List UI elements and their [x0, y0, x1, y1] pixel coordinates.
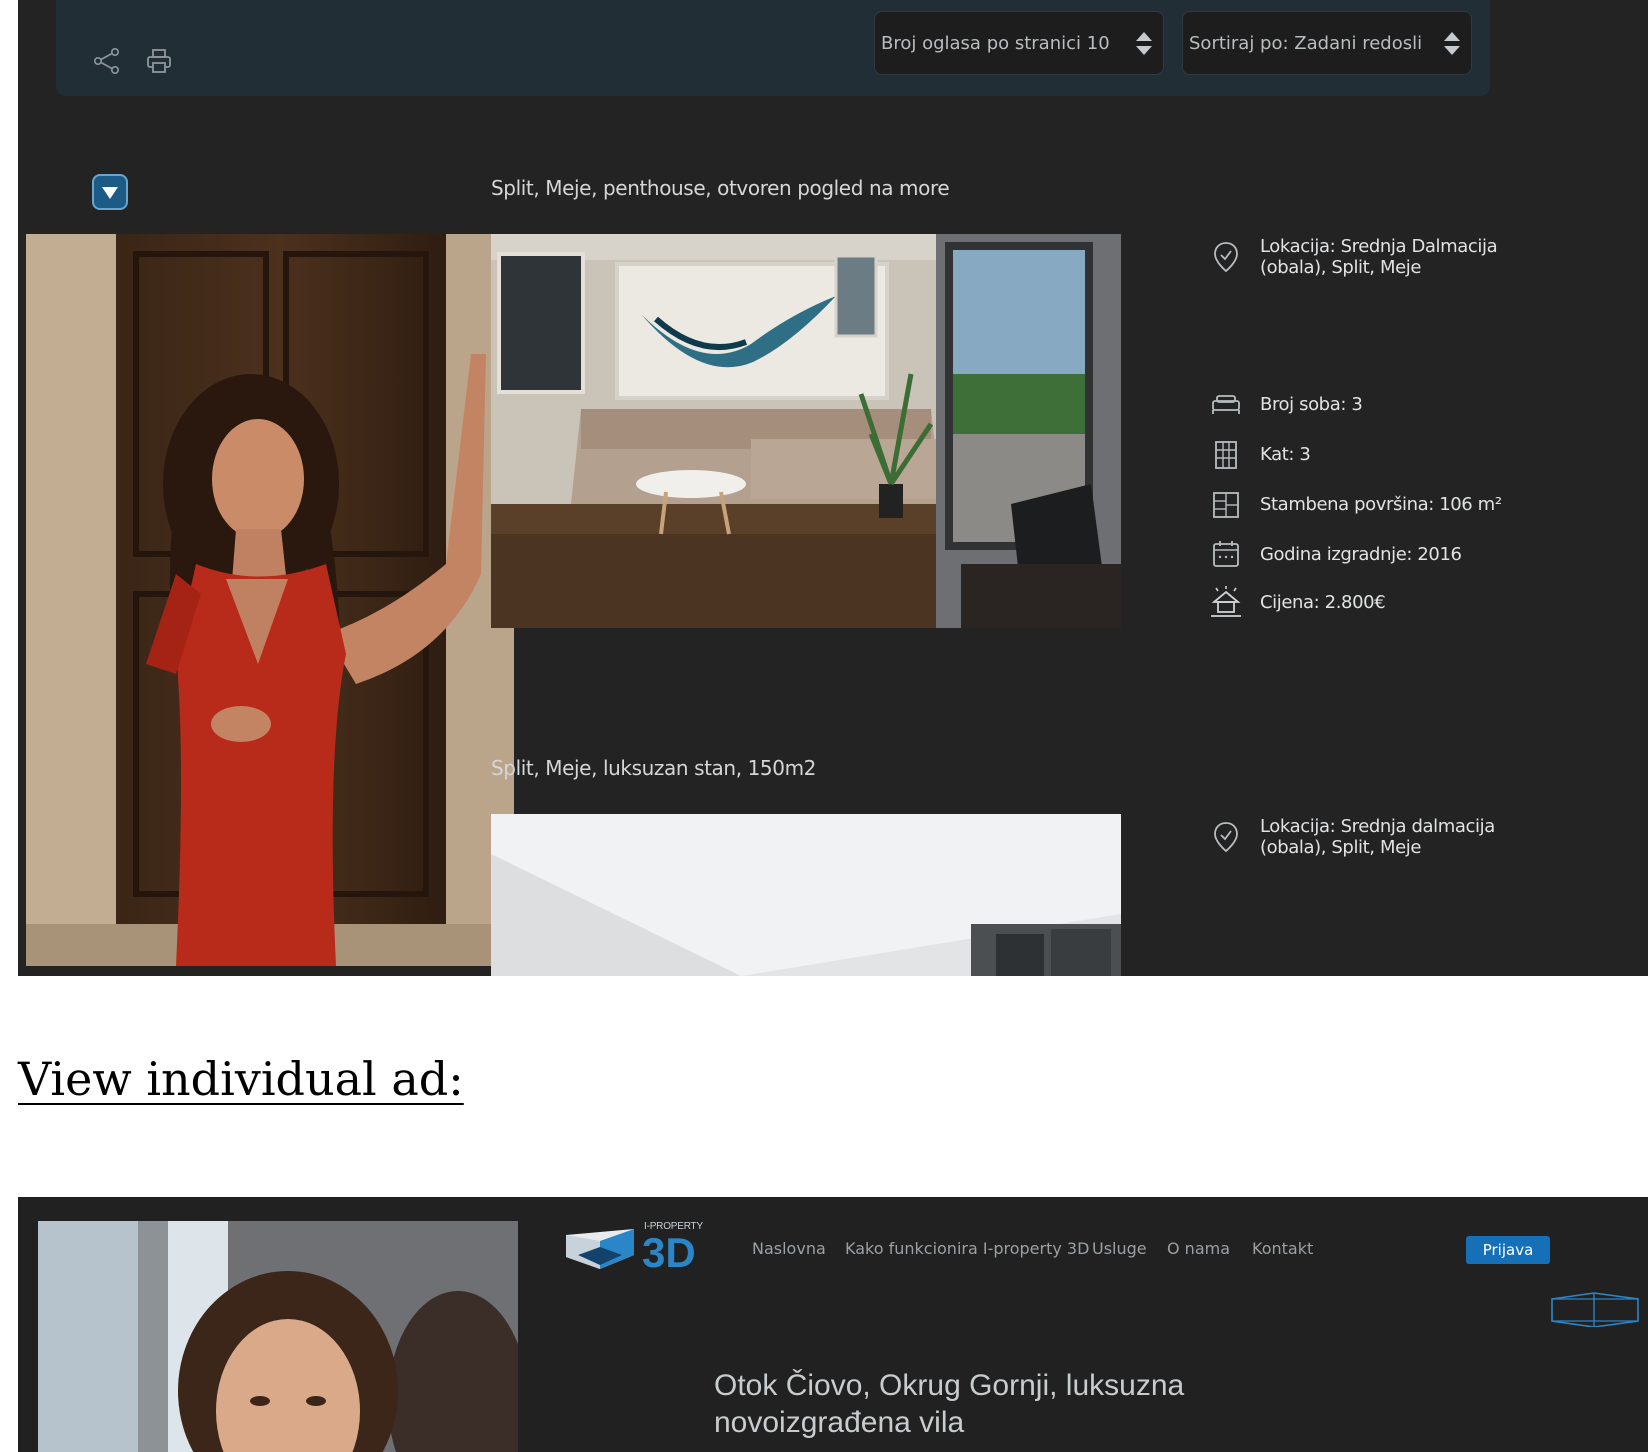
- listings-screenshot: Broj oglasa po stranici 10 Sortiraj po: …: [18, 0, 1648, 976]
- listing-area: Stambena površina: 106 m²: [1208, 486, 1502, 522]
- area-text: Stambena površina: 106 m²: [1260, 493, 1502, 515]
- nav-usluge[interactable]: Usluge: [1092, 1239, 1147, 1258]
- listing-location: Lokacija: Srednja Dalmacija (obala), Spl…: [1208, 236, 1498, 278]
- collapse-button[interactable]: [92, 174, 128, 210]
- location-line-1: Lokacija: Srednja dalmacija: [1260, 816, 1495, 837]
- nav-o-nama[interactable]: O nama: [1167, 1239, 1230, 1258]
- map-pin-icon: [1214, 822, 1238, 853]
- listing-year: Godina izgradnje: 2016: [1208, 536, 1462, 572]
- calendar-icon: [1213, 541, 1239, 567]
- listing-photo-room[interactable]: [491, 814, 1121, 976]
- rooms-text: Broj soba: 3: [1260, 393, 1363, 415]
- login-button[interactable]: Prijava: [1466, 1236, 1550, 1264]
- listing-floor: Kat: 3: [1208, 436, 1311, 472]
- building-icon: [1215, 441, 1237, 469]
- printer-icon[interactable]: [144, 46, 174, 76]
- per-page-select[interactable]: Broj oglasa po stranici 10: [874, 11, 1164, 75]
- listing-price: Cijena: 2.800€: [1208, 584, 1386, 620]
- price-text: Cijena: 2.800€: [1260, 591, 1386, 613]
- logo-text-big: 3D: [642, 1229, 696, 1276]
- ad-page-screenshot: I-PROPERTY 3D Naslovna Kako funkcionira …: [18, 1197, 1648, 1452]
- location-line-2: (obala), Split, Meje: [1260, 837, 1422, 858]
- sort-select[interactable]: Sortiraj po: Zadani redosli: [1182, 11, 1472, 75]
- floor-plan-icon: [1213, 492, 1239, 518]
- agent-photo: [26, 234, 514, 966]
- listing-photo-living-room[interactable]: [491, 234, 1121, 628]
- location-line-2: (obala), Split, Meje: [1260, 257, 1422, 278]
- sort-arrows-icon: [1444, 32, 1460, 55]
- listings-toolbar: Broj oglasa po stranici 10 Sortiraj po: …: [56, 0, 1490, 96]
- year-text: Godina izgradnje: 2016: [1260, 543, 1462, 565]
- sort-select-value: Sortiraj po: Zadani redosli: [1189, 33, 1423, 54]
- triangle-down-icon: [102, 187, 118, 199]
- per-page-select-value: Broj oglasa po stranici 10: [881, 33, 1110, 54]
- listing-rooms: Broj soba: 3: [1208, 386, 1363, 422]
- 3d-box-icon[interactable]: [1550, 1291, 1640, 1327]
- bed-icon: [1212, 395, 1240, 414]
- nav-kako-funkcionira[interactable]: Kako funkcionira I-property 3D: [845, 1239, 1089, 1258]
- listing-location: Lokacija: Srednja dalmacija (obala), Spl…: [1208, 816, 1495, 858]
- nav-kontakt[interactable]: Kontakt: [1252, 1239, 1313, 1258]
- listing-title[interactable]: Split, Meje, luksuzan stan, 150m2: [491, 756, 816, 780]
- share-icon[interactable]: [92, 46, 122, 76]
- ad-title: Otok Čiovo, Okrug Gornji, luksuzna novoi…: [714, 1369, 1185, 1439]
- view-ad-caption: View individual ad:: [18, 1052, 464, 1106]
- agent-portrait: [38, 1221, 518, 1452]
- i-property-3d-logo[interactable]: I-PROPERTY 3D: [564, 1221, 720, 1277]
- listing-title[interactable]: Split, Meje, penthouse, otvoren pogled n…: [491, 176, 950, 200]
- sort-arrows-icon: [1136, 32, 1152, 55]
- price-house-icon: [1211, 586, 1241, 617]
- floor-text: Kat: 3: [1260, 443, 1311, 465]
- map-pin-icon: [1214, 242, 1238, 273]
- logo-cube-icon: [566, 1229, 634, 1269]
- nav-naslovna[interactable]: Naslovna: [752, 1239, 826, 1258]
- location-line-1: Lokacija: Srednja Dalmacija: [1260, 236, 1498, 257]
